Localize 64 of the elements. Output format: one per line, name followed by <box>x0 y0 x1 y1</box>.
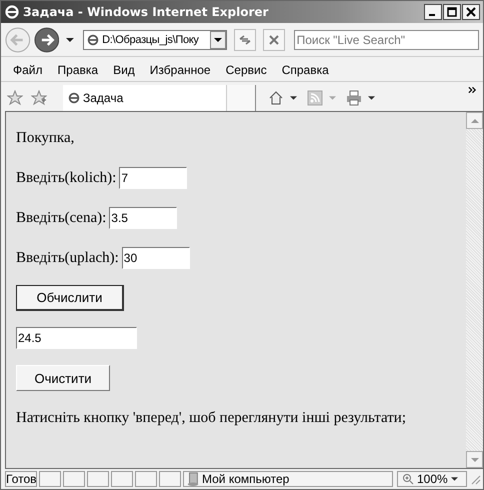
input-field[interactable]: 30 <box>122 247 190 269</box>
minimize-icon <box>429 14 435 16</box>
maximize-button[interactable] <box>443 4 461 20</box>
dropdown-arrow-icon[interactable] <box>290 96 297 100</box>
menu-item[interactable]: Сервис <box>226 63 267 77</box>
down-arrow-icon <box>470 458 478 462</box>
page-icon <box>67 90 81 104</box>
browser-tab[interactable]: Задача <box>63 84 226 110</box>
input-field[interactable]: 3.5 <box>109 207 178 229</box>
address-field[interactable]: D:\Образцы_js\Поку <box>83 30 228 50</box>
caret-icon <box>450 477 458 481</box>
menu-item[interactable]: Файл <box>13 63 43 77</box>
cross-icon <box>266 32 281 46</box>
scrollbar[interactable] <box>466 112 483 468</box>
maximize-icon <box>447 7 457 17</box>
input-field[interactable]: 7 <box>119 167 188 189</box>
window-title: Задача - Windows Internet Explorer <box>23 5 270 19</box>
search-field[interactable]: Поиск "Live Search" <box>294 30 479 50</box>
scroll-down-button[interactable] <box>466 451 483 468</box>
more-chevron-icon[interactable] <box>468 86 477 94</box>
favorites-star-icon[interactable] <box>7 90 23 106</box>
up-arrow-icon <box>470 118 478 122</box>
close-button[interactable] <box>462 4 480 20</box>
feed-icon[interactable] <box>307 90 323 106</box>
status-bar-pane <box>87 471 109 487</box>
add-favorite-icon[interactable] <box>31 90 47 106</box>
minimize-button[interactable] <box>424 4 442 20</box>
zoom-icon <box>402 473 414 485</box>
field-label: Введіть(uplach): <box>16 250 119 266</box>
printer-icon[interactable] <box>346 90 362 106</box>
caret-icon <box>214 38 222 42</box>
forward-button[interactable] <box>34 26 60 52</box>
status-bar-pane <box>39 471 61 487</box>
dropdown-arrow-icon[interactable] <box>368 96 375 100</box>
resize-grip-icon[interactable] <box>469 473 481 485</box>
close-icon <box>466 7 476 17</box>
text-line: Покупка, <box>16 130 74 146</box>
field-label: Введіть(cena): <box>16 210 106 226</box>
field-label: Введіть(kolich): <box>16 170 116 186</box>
menu-item[interactable]: Справка <box>282 63 329 77</box>
address-dropdown-button[interactable] <box>210 30 226 48</box>
zoom-control[interactable]: 100% <box>397 471 467 487</box>
refresh-button[interactable] <box>234 28 256 50</box>
form-button[interactable]: Очистити <box>16 365 110 391</box>
form-button[interactable]: Обчислити <box>16 285 124 311</box>
status-bar-pane <box>159 471 181 487</box>
status-bar-pane <box>111 471 133 487</box>
page-icon <box>86 32 100 46</box>
status-bar-pane <box>135 471 157 487</box>
browser-logo-icon <box>4 4 20 20</box>
status-bar-pane <box>63 471 85 487</box>
home-icon[interactable] <box>268 90 284 106</box>
menu-item[interactable]: Вид <box>113 63 135 77</box>
dropdown-arrow-icon[interactable] <box>66 38 74 42</box>
security-zone: Мой компьютер <box>202 472 290 486</box>
menu-item[interactable]: Правка <box>58 63 98 77</box>
result-field[interactable]: 24.5 <box>16 327 137 349</box>
stop-button[interactable] <box>262 28 285 50</box>
menu-item[interactable]: Избранное <box>150 63 211 77</box>
status-text: Готов <box>5 471 37 487</box>
arrows-icon <box>238 32 252 46</box>
text-line: Натисніть кнопку 'вперед', шоб переглянути інші результати; <box>16 410 406 426</box>
new-tab-button[interactable] <box>226 84 256 110</box>
scroll-up-button[interactable] <box>466 112 483 129</box>
